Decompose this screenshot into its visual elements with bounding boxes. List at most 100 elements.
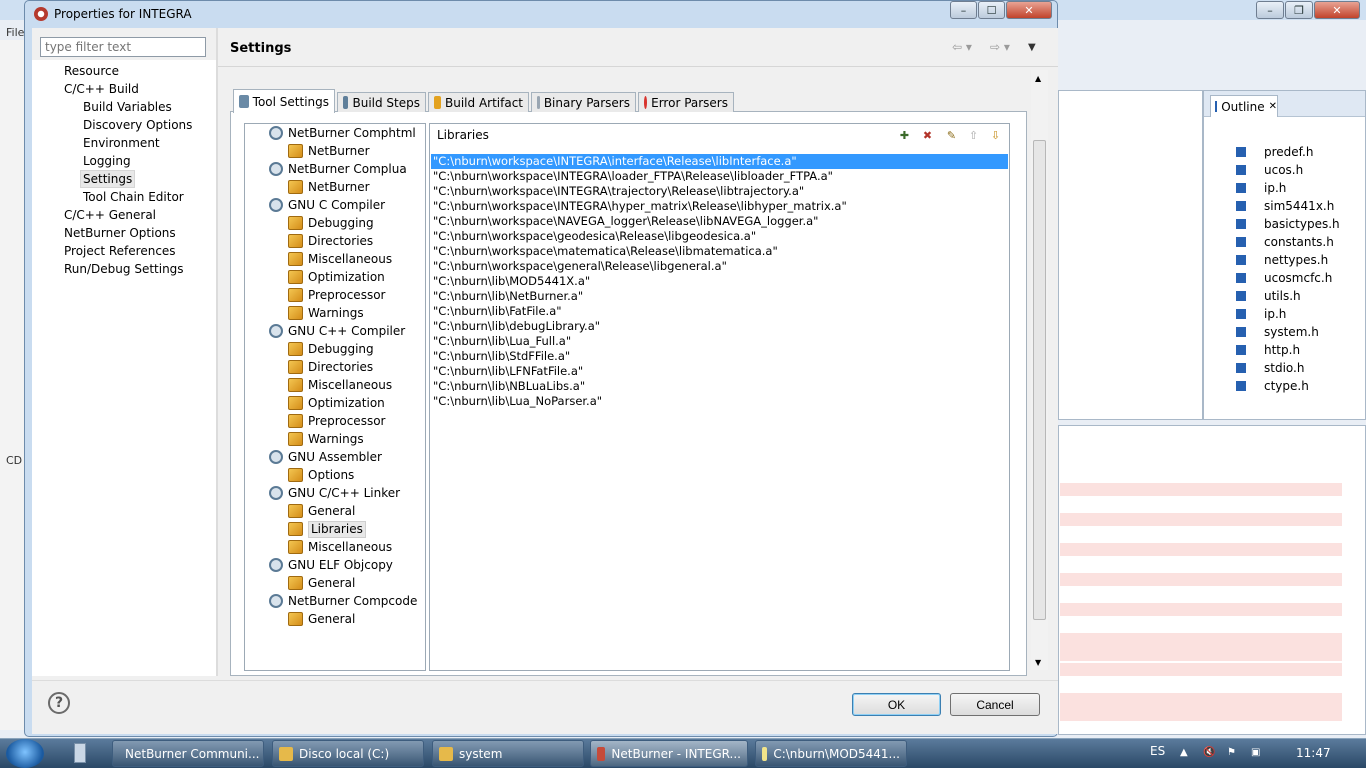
move-up-icon[interactable]: ⇧ [965, 127, 982, 144]
library-item[interactable]: "C:\nburn\workspace\INTEGRA\trajectory\R… [433, 184, 804, 199]
tab-tool-settings[interactable]: Tool Settings [233, 89, 335, 113]
dialog-maximize-button[interactable]: ☐ [978, 1, 1005, 19]
taskbar-item[interactable]: C:\nburn\MOD5441... [755, 740, 907, 767]
tab-binary-parsers[interactable]: Binary Parsers [531, 92, 636, 112]
outline-item[interactable]: sim5441x.h [1236, 197, 1334, 215]
outline-item[interactable]: system.h [1236, 323, 1319, 341]
tab-build-steps[interactable]: Build Steps [337, 92, 426, 112]
tool-tree-item[interactable]: GNU Assembler [269, 448, 382, 466]
back-arrow-icon[interactable]: ⇦ ▾ [952, 40, 972, 54]
outline-item[interactable]: utils.h [1236, 287, 1301, 305]
language-indicator[interactable]: ES [1150, 744, 1165, 758]
ok-button[interactable]: OK [852, 693, 941, 716]
nav-item-environment[interactable]: Environment [83, 134, 160, 152]
library-item[interactable]: "C:\nburn\lib\MOD5441X.a" [433, 274, 590, 289]
move-down-icon[interactable]: ⇩ [987, 127, 1004, 144]
nav-item-build-variables[interactable]: Build Variables [83, 98, 172, 116]
help-icon[interactable]: ? [48, 692, 70, 714]
tool-tree-item[interactable]: Debugging [288, 340, 374, 358]
splitter[interactable] [216, 28, 218, 676]
library-item[interactable]: "C:\nburn\workspace\NAVEGA_logger\Releas… [433, 214, 818, 229]
flag-icon[interactable]: ⚑ [1227, 747, 1239, 759]
tool-tree-item[interactable]: GNU C/C++ Linker [269, 484, 400, 502]
library-item[interactable]: "C:\nburn\workspace\matematica\Release\l… [433, 244, 778, 259]
outline-item[interactable]: constants.h [1236, 233, 1334, 251]
library-item[interactable]: "C:\nburn\lib\debugLibrary.a" [433, 319, 600, 334]
tool-tree-item[interactable]: Debugging [288, 214, 374, 232]
outline-item[interactable]: predef.h [1236, 143, 1313, 161]
tool-tree-item[interactable]: Directories [288, 232, 373, 250]
file-menu[interactable]: File [6, 26, 24, 39]
library-item[interactable]: "C:\nburn\lib\Lua_NoParser.a" [433, 394, 602, 409]
taskbar-item[interactable]: Disco local (C:) [272, 740, 424, 767]
tool-tree-item[interactable]: Optimization [288, 394, 385, 412]
tool-tree-item[interactable]: Directories [288, 358, 373, 376]
tab-build-artifact[interactable]: Build Artifact [428, 92, 529, 112]
eclipse-minimize-button[interactable]: – [1256, 1, 1284, 19]
nav-item-logging[interactable]: Logging [83, 152, 131, 170]
library-item[interactable]: "C:\nburn\workspace\general\Release\libg… [433, 259, 727, 274]
outline-item[interactable]: nettypes.h [1236, 251, 1328, 269]
library-item[interactable]: "C:\nburn\lib\NetBurner.a" [433, 289, 583, 304]
outline-item[interactable]: stdio.h [1236, 359, 1304, 377]
library-item[interactable]: "C:\nburn\lib\NBLuaLibs.a" [433, 379, 585, 394]
edit-icon[interactable]: ✎ [943, 127, 960, 144]
library-item[interactable]: "C:\nburn\lib\FatFile.a" [433, 304, 562, 319]
tool-tree-item[interactable]: Options [288, 466, 354, 484]
taskbar-item[interactable]: NetBurner Communi... [112, 740, 264, 767]
dialog-minimize-button[interactable]: – [950, 1, 977, 19]
outline-item[interactable]: ctype.h [1236, 377, 1309, 395]
library-item[interactable]: "C:\nburn\workspace\INTEGRA\interface\Re… [431, 154, 1008, 169]
tool-tree-item[interactable]: GNU C Compiler [269, 196, 385, 214]
eclipse-close-button[interactable]: ✕ [1314, 1, 1360, 19]
close-icon[interactable]: ✕ [1269, 101, 1277, 112]
tray-arrow-icon[interactable]: ▲ [1180, 747, 1192, 759]
clock[interactable]: 11:47 [1296, 746, 1331, 760]
tool-tree-item[interactable]: Miscellaneous [288, 376, 392, 394]
tool-tree-item[interactable]: GNU ELF Objcopy [269, 556, 393, 574]
volume-icon[interactable]: 🔇 [1203, 747, 1215, 759]
tool-tree-item[interactable]: NetBurner Comphtml [269, 124, 416, 142]
outline-item[interactable]: http.h [1236, 341, 1300, 359]
show-desktop-icon[interactable] [74, 743, 86, 763]
tool-tree-item[interactable]: Miscellaneous [288, 538, 392, 556]
nav-item-c-c-general[interactable]: C/C++ General [64, 206, 156, 224]
tool-tree-item[interactable]: General [288, 610, 355, 628]
nav-item-run-debug-settings[interactable]: Run/Debug Settings [64, 260, 184, 278]
tool-tree-item[interactable]: Optimization [288, 268, 385, 286]
library-item[interactable]: "C:\nburn\workspace\geodesica\Release\li… [433, 229, 756, 244]
filter-input[interactable] [40, 37, 206, 57]
forward-arrow-icon[interactable]: ⇨ ▾ [990, 40, 1010, 54]
outline-item[interactable]: ucos.h [1236, 161, 1303, 179]
library-item[interactable]: "C:\nburn\workspace\INTEGRA\hyper_matrix… [433, 199, 847, 214]
tool-tree-item[interactable]: NetBurner [288, 142, 370, 160]
add-icon[interactable]: ✚ [896, 127, 913, 144]
nav-item-settings[interactable]: Settings [80, 170, 136, 188]
view-menu-icon[interactable]: ▼ [1028, 42, 1036, 53]
taskbar-item[interactable]: NetBurner - INTEGR... [590, 740, 748, 767]
nav-item-resource[interactable]: Resource [64, 62, 119, 80]
dialog-close-button[interactable]: ✕ [1006, 1, 1052, 19]
tool-tree-item[interactable]: Libraries [288, 520, 366, 538]
tool-tree-item[interactable]: General [288, 502, 355, 520]
delete-icon[interactable]: ✖ [919, 127, 936, 144]
eclipse-maximize-button[interactable]: ❐ [1285, 1, 1313, 19]
library-item[interactable]: "C:\nburn\lib\StdFFile.a" [433, 349, 570, 364]
editor-area[interactable] [1058, 90, 1203, 420]
page-scrollbar-thumb[interactable] [1033, 140, 1046, 620]
outline-item[interactable]: ip.h [1236, 305, 1286, 323]
network-icon[interactable]: ▣ [1251, 747, 1263, 759]
tool-tree-item[interactable]: Preprocessor [288, 412, 385, 430]
library-item[interactable]: "C:\nburn\lib\LFNFatFile.a" [433, 364, 583, 379]
tool-tree-item[interactable]: Preprocessor [288, 286, 385, 304]
tool-tree-item[interactable]: General [288, 574, 355, 592]
outline-item[interactable]: ip.h [1236, 179, 1286, 197]
tab-error-parsers[interactable]: Error Parsers [638, 92, 734, 112]
scroll-down-icon[interactable]: ▼ [1035, 658, 1041, 667]
tool-tree-item[interactable]: Miscellaneous [288, 250, 392, 268]
tool-tree-item[interactable]: Warnings [288, 304, 364, 322]
tool-tree-item[interactable]: NetBurner Compcode [269, 592, 417, 610]
outline-item[interactable]: ucosmcfc.h [1236, 269, 1332, 287]
cancel-button[interactable]: Cancel [950, 693, 1040, 716]
nav-item-c-c-build[interactable]: C/C++ Build [64, 80, 139, 98]
